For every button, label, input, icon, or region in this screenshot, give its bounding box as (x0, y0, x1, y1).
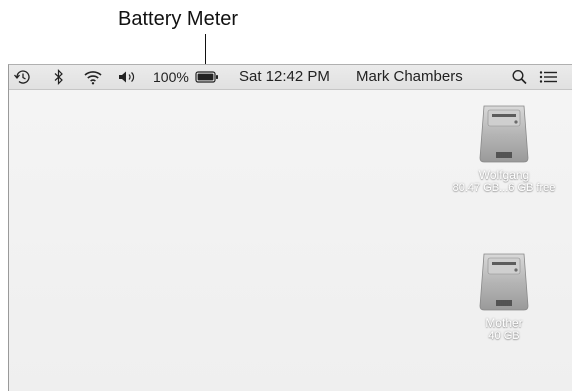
disk-info: 80.47 GB...6 GB free (452, 182, 556, 194)
battery-fill (197, 73, 214, 81)
disk-name: Wolfgang (478, 168, 530, 182)
spotlight-search-icon[interactable] (511, 65, 529, 89)
volume-icon[interactable] (117, 65, 137, 89)
hard-drive-icon (479, 253, 529, 311)
menu-bar: 100% Sat 12:42 PM Mark Chambers (9, 65, 572, 90)
user-name-menu[interactable]: Mark Chambers (356, 65, 463, 89)
disk-name: Mother (485, 316, 523, 330)
desktop: Wolfgang 80.47 GB...6 GB free Mother 40 … (9, 90, 572, 391)
bluetooth-icon[interactable] (53, 65, 65, 89)
menubar-clock[interactable]: Sat 12:42 PM (239, 65, 330, 89)
battery-icon[interactable] (195, 65, 219, 89)
wifi-icon[interactable] (83, 65, 103, 89)
callout-label: Battery Meter (118, 8, 239, 30)
disk-info: 40 GB (488, 330, 520, 342)
notification-center-icon[interactable] (539, 65, 559, 89)
callout-line (205, 34, 206, 64)
mac-screen: 100% Sat 12:42 PM Mark Chambers Wolfgang… (8, 64, 572, 391)
disk-mother[interactable]: Mother 40 GB (449, 250, 559, 342)
time-machine-icon[interactable] (13, 65, 31, 89)
disk-wolfgang[interactable]: Wolfgang 80.47 GB...6 GB free (449, 102, 559, 194)
battery-percent[interactable]: 100% (153, 65, 189, 89)
hard-drive-icon (479, 105, 529, 163)
